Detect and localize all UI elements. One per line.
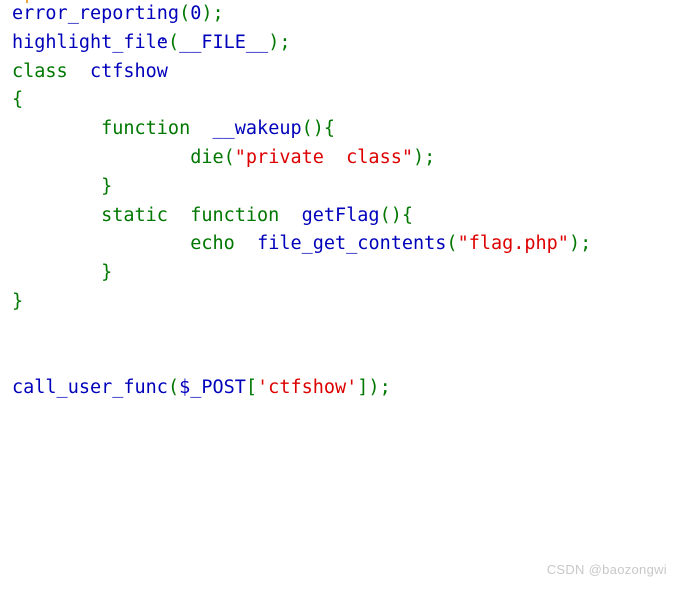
code-token: __FILE__: [179, 31, 269, 53]
code-token: }: [101, 262, 113, 284]
code-token: (: [167, 31, 180, 53]
code-token: error_reporting: [12, 3, 180, 24]
code-line: call_user_func($_POST['ctfshow']);: [0, 374, 685, 403]
code-token: highlight_file: [12, 31, 168, 53]
code-token: (){: [379, 204, 413, 226]
code-token: file_get_contents: [257, 233, 447, 255]
code-token: );: [413, 146, 436, 168]
code-line: highlight_file(__FILE__);: [0, 29, 685, 58]
code-token: (: [167, 377, 180, 399]
code-line: {: [0, 86, 685, 115]
code-line: }: [0, 259, 685, 288]
code-token: (){: [301, 118, 336, 140]
code-token: function: [101, 118, 191, 140]
code-token: );: [201, 3, 224, 24]
code-line: }: [0, 288, 685, 317]
code-token: static: [101, 204, 168, 226]
code-token: function: [190, 204, 280, 226]
code-line: die("private class");: [0, 144, 685, 173]
code-token: getFlag: [301, 204, 380, 226]
code-line: class ctfshow: [0, 58, 685, 87]
code-line: echo file_get_contents("flag.php");: [0, 230, 685, 259]
code-token: );: [568, 233, 592, 255]
code-token: "private class": [234, 146, 413, 168]
code-token: "flag.php": [457, 233, 569, 255]
code-token: $_POST: [179, 377, 246, 399]
code-token: [: [245, 377, 258, 399]
php-code-listing: error_reporting(0); highlight_file(__FILE…: [0, 0, 685, 403]
code-token: 'ctfshow': [257, 377, 358, 399]
code-token: echo: [190, 233, 235, 255]
code-line: error_reporting(0);: [0, 0, 685, 29]
code-token: }: [12, 290, 24, 312]
code-token: );: [268, 31, 291, 53]
code-line: }: [0, 173, 685, 202]
code-blank-gap: [0, 317, 685, 375]
code-token: (: [179, 3, 191, 24]
code-token: call_user_func: [12, 377, 168, 399]
code-token: 0: [190, 3, 202, 24]
csdn-watermark: CSDN @baozongwi: [546, 562, 667, 577]
code-token: ]);: [357, 377, 391, 399]
code-token: __wakeup: [212, 118, 302, 140]
code-token: (: [446, 233, 458, 255]
code-line: function __wakeup(){: [0, 115, 685, 144]
code-token: }: [101, 175, 113, 197]
code-token: die: [190, 146, 224, 168]
code-token: ctfshow: [89, 60, 168, 82]
code-token: class: [12, 60, 68, 82]
code-line: static function getFlag(){: [0, 202, 685, 231]
code-token: (: [223, 146, 235, 168]
code-token: {: [12, 89, 24, 111]
